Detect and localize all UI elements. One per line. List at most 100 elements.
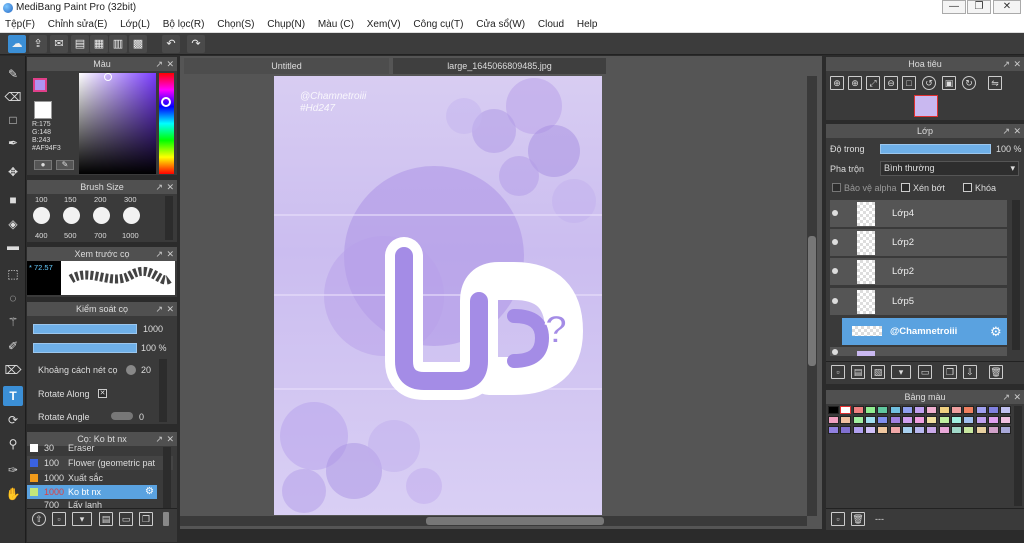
new-palette-icon[interactable]: ▫ [831,512,845,526]
palette-scrollbar[interactable] [1014,406,1022,506]
palette-swatch[interactable] [889,426,901,434]
dropper-tool-icon[interactable]: ✑ [3,460,23,480]
popout-icon[interactable]: ↗ [1002,124,1010,138]
canvas-horizontal-scrollbar[interactable] [180,516,807,526]
canvas-vertical-scrollbar[interactable] [807,76,817,516]
close-icon[interactable]: ✕ [166,302,174,316]
hue-slider-handle[interactable] [161,97,171,107]
palette-swatch[interactable] [864,426,876,434]
menu-tools[interactable]: Công cụ(T) [408,16,468,33]
hand-tool-icon[interactable]: ✋ [3,484,23,504]
new-1bit-layer-icon[interactable]: ▧ [871,365,885,379]
menu-layer[interactable]: Lớp(L) [115,16,155,33]
operation-tool-icon[interactable]: ⟳ [3,410,23,430]
palette-swatch[interactable] [914,426,926,434]
brush-size-option[interactable]: 300 [124,195,137,204]
visibility-icon[interactable] [832,349,838,355]
palette-add-icon[interactable]: ● [34,160,52,170]
layer-scrollbar[interactable] [1012,200,1020,350]
close-icon[interactable]: ✕ [166,57,174,71]
gear-icon[interactable]: ⚙ [990,324,1002,340]
new-brush-icon[interactable]: ▫ [52,512,66,526]
share-icon[interactable]: ⇪ [29,35,47,53]
close-icon[interactable]: ✕ [1013,57,1021,71]
zoom-in-icon[interactable]: ⊕ [830,76,844,90]
brush-size-dot[interactable] [63,207,80,224]
menu-select[interactable]: Chọn(S) [212,16,259,33]
select-eraser-tool-icon[interactable]: ⌦ [3,360,23,380]
fit-icon[interactable]: ⤢ [866,76,880,90]
lock-checkbox[interactable] [963,183,972,192]
brush-list-item-selected[interactable]: 1000 Ko bt nx ⚙ [27,485,157,499]
close-icon[interactable]: ✕ [1013,124,1021,138]
fill-rect-tool-icon[interactable]: ■ [3,190,23,210]
visibility-icon[interactable] [832,210,838,216]
brush-size-option[interactable]: 100 [35,195,48,204]
brush-tool-icon[interactable]: ✎ [3,64,23,84]
palette-swatch[interactable] [877,416,889,424]
blend-mode-select[interactable]: Bình thường ▾ [880,161,1019,176]
brush-control-scrollbar[interactable] [159,359,167,422]
palette-swatch[interactable] [828,406,839,414]
palette-swatch[interactable] [987,406,999,414]
tiles-icon[interactable]: ▩ [129,35,147,53]
layer-row[interactable]: Lớp2 [830,258,1007,286]
rotate-along-checkbox[interactable]: ✕ [98,389,107,398]
close-button[interactable]: ✕ [993,0,1021,14]
undo-icon[interactable]: ↶ [162,35,180,53]
move-tool-icon[interactable]: ✥ [3,162,23,182]
zoom-in-alt-icon[interactable]: ⊕ [848,76,862,90]
brush-size-option[interactable]: 700 [94,231,107,240]
fit-window-icon[interactable]: ▣ [942,76,956,90]
palette-swatch[interactable] [963,406,975,414]
palette-swatch[interactable] [987,426,999,434]
select-pen-tool-icon[interactable]: ✐ [3,336,23,356]
text-tool-icon[interactable]: T [3,386,23,406]
bucket-tool-icon[interactable]: ◈ [3,214,23,234]
palette-swatch[interactable] [901,416,913,424]
palette-swatch[interactable] [914,416,926,424]
palette-swatch[interactable] [963,416,975,424]
brush-opacity-slider[interactable] [33,343,137,353]
rotate-angle-slider[interactable] [111,412,133,420]
palette-swatch[interactable] [926,416,938,424]
duplicate-icon[interactable]: ❐ [139,512,153,526]
transparent-color-swatch[interactable] [34,101,52,119]
brush-list-item[interactable]: 100 Flower (geometric pat [27,456,173,470]
eraser-tool-icon[interactable]: ⌫ [3,87,23,107]
pen-tool-icon[interactable]: ✒ [3,133,23,153]
rectangle-tool-icon[interactable]: □ [3,110,23,130]
palette-swatch[interactable] [852,406,864,414]
menu-filter[interactable]: Bộ lọc(R) [158,16,210,33]
layer-row[interactable]: Lớp5 [830,288,1007,316]
page-icon[interactable]: ▤ [71,35,89,53]
magic-wand-tool-icon[interactable]: ⚚ [3,312,23,332]
clipping-checkbox[interactable] [901,183,910,192]
palette-swatch[interactable] [938,406,950,414]
palette-swatch[interactable] [852,426,864,434]
minimize-button[interactable]: — [942,0,966,14]
reset-view-icon[interactable]: □ [902,76,916,90]
palette-swatch[interactable] [828,416,839,424]
layer-row[interactable]: Lớp2 [830,229,1007,257]
eyedropper-icon[interactable]: ✎ [56,160,74,170]
brush-list-handle[interactable] [163,512,169,526]
palette-swatch[interactable] [828,426,839,434]
select-tool-icon[interactable]: ⬚ [3,264,23,284]
lasso-tool-icon[interactable]: ◌ [3,288,23,308]
palette-swatch[interactable] [963,426,975,434]
palette-swatch[interactable] [975,426,987,434]
brush-size-option[interactable]: 400 [35,231,48,240]
document-canvas[interactable]: @Chamnetroiii #Hd247 Ưa ? [274,76,602,515]
delete-palette-icon[interactable]: 🗑 [851,512,865,526]
brush-size-slider[interactable] [33,324,137,334]
new-halftone-layer-icon[interactable]: ▤ [851,365,865,379]
gear-icon[interactable]: ⚙ [145,486,154,497]
folder-icon[interactable]: ▭ [119,512,133,526]
layer-row-selected[interactable]: @Chamnetroiii ⚙ [842,318,1007,346]
brush-size-dot[interactable] [123,207,140,224]
visibility-icon[interactable] [832,298,838,304]
brush-list-item[interactable]: 700 Lấy lạnh [27,500,173,508]
menu-help[interactable]: Help [572,16,603,33]
grid-icon[interactable]: ▥ [109,35,127,53]
